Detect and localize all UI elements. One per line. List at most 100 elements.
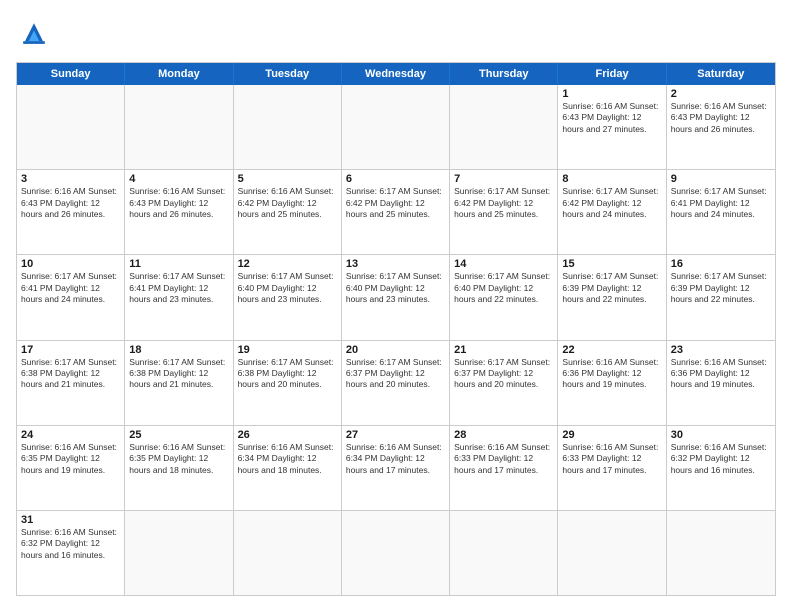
weekday-header-sunday: Sunday [17, 63, 125, 85]
weekday-header-friday: Friday [558, 63, 666, 85]
day-number: 15 [562, 258, 661, 270]
day-info: Sunrise: 6:16 AM Sunset: 6:32 PM Dayligh… [21, 527, 120, 561]
day-number: 2 [671, 88, 771, 100]
calendar-cell-empty-0-1 [125, 85, 233, 169]
calendar-cell-24: 24Sunrise: 6:16 AM Sunset: 6:35 PM Dayli… [17, 426, 125, 510]
calendar-cell-20: 20Sunrise: 6:17 AM Sunset: 6:37 PM Dayli… [342, 341, 450, 425]
day-info: Sunrise: 6:17 AM Sunset: 6:39 PM Dayligh… [562, 271, 661, 305]
day-number: 17 [21, 344, 120, 356]
weekday-header-saturday: Saturday [667, 63, 775, 85]
day-number: 19 [238, 344, 337, 356]
day-number: 23 [671, 344, 771, 356]
day-number: 10 [21, 258, 120, 270]
calendar-cell-8: 8Sunrise: 6:17 AM Sunset: 6:42 PM Daylig… [558, 170, 666, 254]
day-number: 14 [454, 258, 553, 270]
calendar-cell-13: 13Sunrise: 6:17 AM Sunset: 6:40 PM Dayli… [342, 255, 450, 339]
calendar-cell-26: 26Sunrise: 6:16 AM Sunset: 6:34 PM Dayli… [234, 426, 342, 510]
calendar-cell-empty-5-5 [558, 511, 666, 595]
day-number: 5 [238, 173, 337, 185]
day-number: 7 [454, 173, 553, 185]
day-info: Sunrise: 6:17 AM Sunset: 6:39 PM Dayligh… [671, 271, 771, 305]
calendar-cell-1: 1Sunrise: 6:16 AM Sunset: 6:43 PM Daylig… [558, 85, 666, 169]
calendar-cell-30: 30Sunrise: 6:16 AM Sunset: 6:32 PM Dayli… [667, 426, 775, 510]
day-info: Sunrise: 6:17 AM Sunset: 6:38 PM Dayligh… [238, 357, 337, 391]
day-number: 9 [671, 173, 771, 185]
calendar-cell-5: 5Sunrise: 6:16 AM Sunset: 6:42 PM Daylig… [234, 170, 342, 254]
calendar-cell-18: 18Sunrise: 6:17 AM Sunset: 6:38 PM Dayli… [125, 341, 233, 425]
calendar-cell-2: 2Sunrise: 6:16 AM Sunset: 6:43 PM Daylig… [667, 85, 775, 169]
calendar-row-3: 17 Sunrise: 6:17 AM Sunset: 6:38 PM Dayli… [17, 340, 775, 425]
day-info: Sunrise: 6:16 AM Sunset: 6:43 PM Dayligh… [129, 186, 228, 220]
day-info: Sunrise: 6:17 AM Sunset: 6:38 PM Dayligh… [129, 357, 228, 391]
calendar-cell-empty-0-0 [17, 85, 125, 169]
calendar-header: SundayMondayTuesdayWednesdayThursdayFrid… [17, 63, 775, 85]
calendar-cell-empty-5-6 [667, 511, 775, 595]
day-number: 11 [129, 258, 228, 270]
calendar-cell-16: 16Sunrise: 6:17 AM Sunset: 6:39 PM Dayli… [667, 255, 775, 339]
day-info: Sunrise: 6:16 AM Sunset: 6:33 PM Dayligh… [562, 442, 661, 476]
weekday-header-thursday: Thursday [450, 63, 558, 85]
day-info: Sunrise: 6:16 AM Sunset: 6:34 PM Dayligh… [346, 442, 445, 476]
day-info: Sunrise: 6:16 AM Sunset: 6:35 PM Dayligh… [21, 442, 120, 476]
day-info: Sunrise: 6:16 AM Sunset: 6:42 PM Dayligh… [238, 186, 337, 220]
weekday-header-monday: Monday [125, 63, 233, 85]
logo [16, 16, 58, 52]
day-info: Sunrise: 6:17 AM Sunset: 6:42 PM Dayligh… [454, 186, 553, 220]
calendar-cell-19: 19Sunrise: 6:17 AM Sunset: 6:38 PM Dayli… [234, 341, 342, 425]
day-info: Sunrise: 6:17 AM Sunset: 6:41 PM Dayligh… [129, 271, 228, 305]
calendar-cell-10: 10Sunrise: 6:17 AM Sunset: 6:41 PM Dayli… [17, 255, 125, 339]
calendar-cell-27: 27Sunrise: 6:16 AM Sunset: 6:34 PM Dayli… [342, 426, 450, 510]
calendar-cell-empty-0-3 [342, 85, 450, 169]
calendar-cell-14: 14Sunrise: 6:17 AM Sunset: 6:40 PM Dayli… [450, 255, 558, 339]
day-number: 6 [346, 173, 445, 185]
calendar-row-1: 3Sunrise: 6:16 AM Sunset: 6:43 PM Daylig… [17, 169, 775, 254]
day-number: 24 [21, 429, 120, 441]
day-number: 3 [21, 173, 120, 185]
calendar-cell-15: 15Sunrise: 6:17 AM Sunset: 6:39 PM Dayli… [558, 255, 666, 339]
day-info: Sunrise: 6:16 AM Sunset: 6:35 PM Dayligh… [129, 442, 228, 476]
day-info: Sunrise: 6:17 AM Sunset: 6:40 PM Dayligh… [454, 271, 553, 305]
day-number: 27 [346, 429, 445, 441]
calendar-cell-28: 28Sunrise: 6:16 AM Sunset: 6:33 PM Dayli… [450, 426, 558, 510]
calendar-cell-6: 6Sunrise: 6:17 AM Sunset: 6:42 PM Daylig… [342, 170, 450, 254]
day-info: Sunrise: 6:16 AM Sunset: 6:43 PM Dayligh… [21, 186, 120, 220]
day-info: Sunrise: 6:17 AM Sunset: 6:40 PM Dayligh… [346, 271, 445, 305]
day-number: 12 [238, 258, 337, 270]
calendar-cell-11: 11Sunrise: 6:17 AM Sunset: 6:41 PM Dayli… [125, 255, 233, 339]
day-number: 20 [346, 344, 445, 356]
day-info: Sunrise: 6:16 AM Sunset: 6:33 PM Dayligh… [454, 442, 553, 476]
header [16, 16, 776, 52]
day-info: Sunrise: 6:17 AM Sunset: 6:42 PM Dayligh… [562, 186, 661, 220]
day-number: 1 [562, 88, 661, 100]
calendar-cell-17: 17Sunrise: 6:17 AM Sunset: 6:38 PM Dayli… [17, 341, 125, 425]
day-info: Sunrise: 6:17 AM Sunset: 6:41 PM Dayligh… [671, 186, 771, 220]
day-number: 25 [129, 429, 228, 441]
day-info: Sunrise: 6:17 AM Sunset: 6:37 PM Dayligh… [346, 357, 445, 391]
calendar-cell-3: 3Sunrise: 6:16 AM Sunset: 6:43 PM Daylig… [17, 170, 125, 254]
calendar-row-5: 31Sunrise: 6:16 AM Sunset: 6:32 PM Dayli… [17, 510, 775, 595]
calendar-row-2: 10Sunrise: 6:17 AM Sunset: 6:41 PM Dayli… [17, 254, 775, 339]
day-info: Sunrise: 6:16 AM Sunset: 6:34 PM Dayligh… [238, 442, 337, 476]
day-info: Sunrise: 6:17 AM Sunset: 6:42 PM Dayligh… [346, 186, 445, 220]
calendar-cell-23: 23Sunrise: 6:16 AM Sunset: 6:36 PM Dayli… [667, 341, 775, 425]
day-info: Sunrise: 6:17 AM Sunset: 6:41 PM Dayligh… [21, 271, 120, 305]
calendar-row-4: 24Sunrise: 6:16 AM Sunset: 6:35 PM Dayli… [17, 425, 775, 510]
day-info: Sunrise: 6:16 AM Sunset: 6:43 PM Dayligh… [671, 101, 771, 135]
weekday-header-wednesday: Wednesday [342, 63, 450, 85]
day-info: Sunrise: 6:16 AM Sunset: 6:36 PM Dayligh… [671, 357, 771, 391]
calendar-row-0: 1 Sunrise: 6:16 AM Sunset: 6:43 PM Daylig… [17, 85, 775, 169]
day-number: 18 [129, 344, 228, 356]
calendar-cell-9: 9Sunrise: 6:17 AM Sunset: 6:41 PM Daylig… [667, 170, 775, 254]
calendar-cell-4: 4Sunrise: 6:16 AM Sunset: 6:43 PM Daylig… [125, 170, 233, 254]
calendar-cell-empty-0-4 [450, 85, 558, 169]
day-number: 13 [346, 258, 445, 270]
day-info: Sunrise: 6:16 AM Sunset: 6:36 PM Dayligh… [562, 357, 661, 391]
day-number: 30 [671, 429, 771, 441]
calendar-cell-12: 12Sunrise: 6:17 AM Sunset: 6:40 PM Dayli… [234, 255, 342, 339]
calendar-body: 1 Sunrise: 6:16 AM Sunset: 6:43 PM Daylig… [17, 85, 775, 595]
day-number: 29 [562, 429, 661, 441]
day-info: Sunrise: 6:17 AM Sunset: 6:37 PM Dayligh… [454, 357, 553, 391]
calendar-cell-21: 21Sunrise: 6:17 AM Sunset: 6:37 PM Dayli… [450, 341, 558, 425]
calendar: SundayMondayTuesdayWednesdayThursdayFrid… [16, 62, 776, 596]
calendar-cell-29: 29Sunrise: 6:16 AM Sunset: 6:33 PM Dayli… [558, 426, 666, 510]
